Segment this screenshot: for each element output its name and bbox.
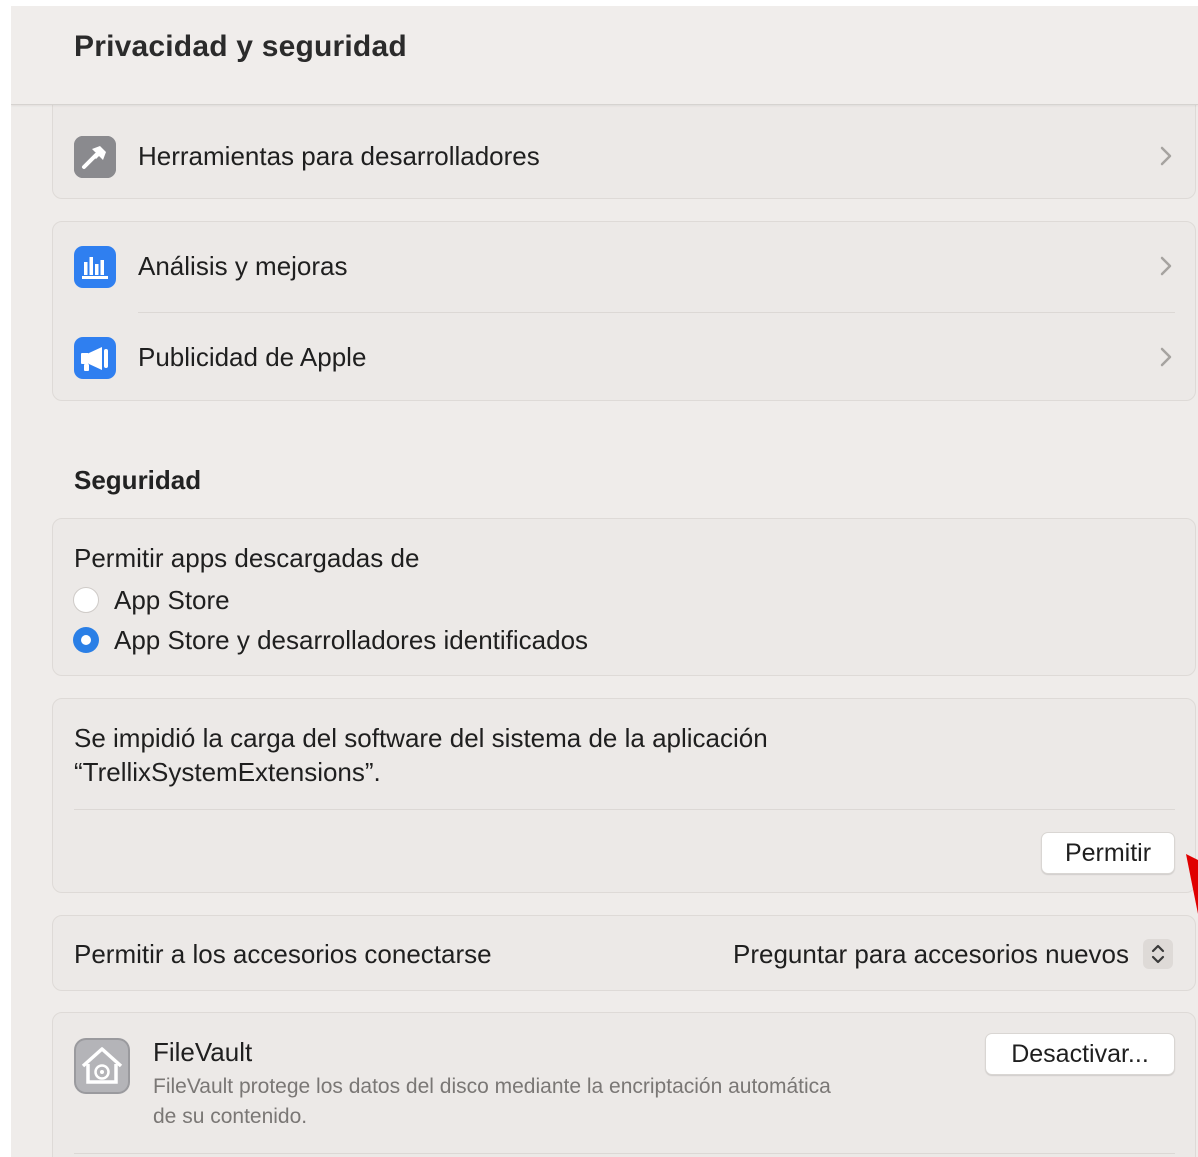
row-label: Herramientas para desarrolladores xyxy=(138,141,540,171)
chevron-right-icon xyxy=(1160,256,1172,276)
accessories-card: Permitir a los accesorios conectarse Pre… xyxy=(52,915,1196,991)
accessories-label: Permitir a los accesorios conectarse xyxy=(74,939,492,969)
row-analytics[interactable]: Análisis y mejoras xyxy=(53,222,1195,312)
blocked-message-line1: Se impidió la carga del software del sis… xyxy=(74,723,768,753)
filevault-title: FileVault xyxy=(153,1037,253,1067)
window-titlebar: Privacidad y seguridad xyxy=(11,6,1198,105)
allow-apps-label: Permitir apps descargadas de xyxy=(74,543,420,573)
blocked-message-line2: “TrellixSystemExtensions”. xyxy=(74,757,381,787)
card-separator xyxy=(74,809,1175,810)
row-developer-tools[interactable]: Herramientas para desarrolladores xyxy=(53,112,1195,202)
filevault-card: FileVault FileVault protege los datos de… xyxy=(52,1012,1196,1157)
filevault-description-line1: FileVault protege los datos del disco me… xyxy=(153,1075,831,1098)
filevault-description-line2: de su contenido. xyxy=(153,1105,308,1128)
radio-label: App Store xyxy=(114,585,230,615)
radio-app-store[interactable]: App Store xyxy=(73,585,673,615)
radio-button-selected[interactable] xyxy=(73,627,99,653)
megaphone-icon xyxy=(74,337,116,379)
developer-tools-card: Herramientas para desarrolladores xyxy=(52,96,1196,199)
chevron-right-icon xyxy=(1160,146,1172,166)
settings-window: Privacidad y seguridad Herramientas para… xyxy=(11,6,1198,1157)
chevron-right-icon xyxy=(1160,347,1172,367)
radio-app-store-identified[interactable]: App Store y desarrolladores identificado… xyxy=(73,625,773,655)
allow-button[interactable]: Permitir xyxy=(1041,832,1175,874)
security-heading: Seguridad xyxy=(74,465,202,495)
row-label: Publicidad de Apple xyxy=(138,342,367,372)
accessories-select-value: Preguntar para accesorios nuevos xyxy=(732,939,1129,969)
analytics-card: Análisis y mejoras Publicidad de Apple xyxy=(52,221,1196,401)
annotation-arrow-icon xyxy=(1186,854,1198,914)
row-label: Análisis y mejoras xyxy=(138,251,348,281)
page-title: Privacidad y seguridad xyxy=(74,30,407,63)
bar-chart-icon xyxy=(74,246,116,288)
card-separator xyxy=(74,1153,1175,1154)
updown-chevron-icon xyxy=(1143,939,1173,969)
house-lock-icon xyxy=(73,1037,131,1095)
hammer-icon xyxy=(74,136,116,178)
blocked-extension-card: Se impidió la carga del software del sis… xyxy=(52,698,1196,893)
radio-label: App Store y desarrolladores identificado… xyxy=(114,625,589,655)
row-apple-advertising[interactable]: Publicidad de Apple xyxy=(53,313,1195,403)
radio-button-unselected[interactable] xyxy=(73,587,99,613)
allow-apps-card: Permitir apps descargadas de App Store A… xyxy=(52,518,1196,676)
turn-off-filevault-button[interactable]: Desactivar... xyxy=(985,1033,1175,1075)
accessories-select[interactable]: Preguntar para accesorios nuevos xyxy=(683,934,1173,974)
